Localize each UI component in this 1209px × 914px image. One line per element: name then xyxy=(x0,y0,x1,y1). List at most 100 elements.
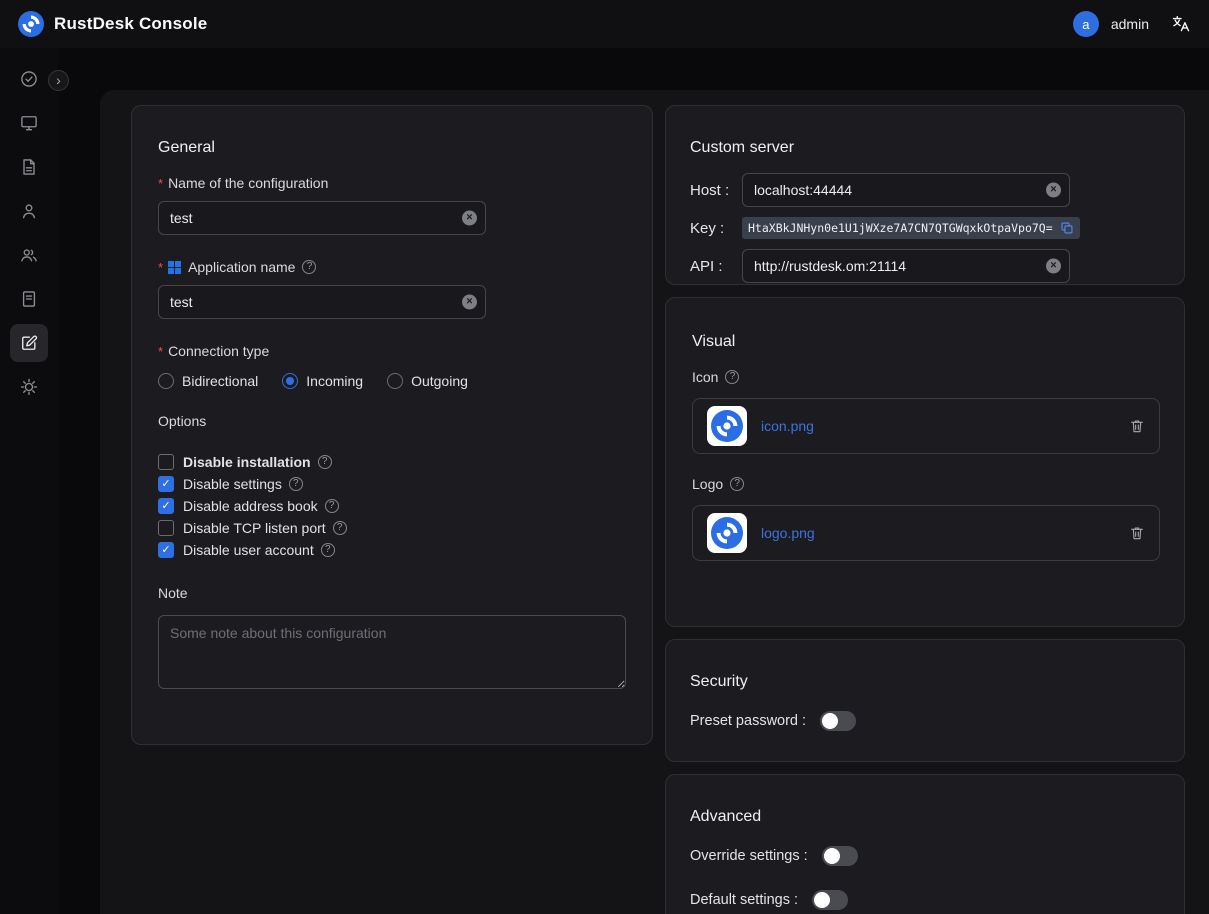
clear-icon[interactable]: × xyxy=(462,295,477,310)
api-row: API : × xyxy=(690,249,1160,283)
help-icon[interactable]: ? xyxy=(302,260,316,274)
help-icon[interactable]: ? xyxy=(318,455,332,469)
key-value-pill: HtaXBkJNHyn0e1U1jWXze7A7CN7QTGWqxkOtpaVp… xyxy=(742,217,1080,239)
radio-bidirectional[interactable]: Bidirectional xyxy=(158,373,258,389)
logo-label: Logo ? xyxy=(692,476,1158,492)
checkbox-label: Disable installation xyxy=(183,454,311,470)
checkbox-disable-user-account[interactable]: ✓ Disable user account ? xyxy=(158,539,626,561)
default-settings-toggle[interactable] xyxy=(812,890,848,910)
trash-icon[interactable] xyxy=(1129,525,1145,541)
host-label: Host : xyxy=(690,182,742,199)
sidebar-collapse-button[interactable]: › xyxy=(48,70,69,91)
default-settings-label: Default settings : xyxy=(690,892,798,908)
general-title: General xyxy=(158,139,626,157)
name-field-label: * Name of the configuration xyxy=(158,175,626,191)
general-card: General * Name of the configuration × * … xyxy=(131,105,653,745)
right-column: Custom server Host : × Key : HtaXBkJNHyn… xyxy=(665,105,1185,914)
trash-icon[interactable] xyxy=(1129,418,1145,434)
help-icon[interactable]: ? xyxy=(725,370,739,384)
help-icon[interactable]: ? xyxy=(289,477,303,491)
key-label: Key : xyxy=(690,220,742,237)
gear-icon xyxy=(19,377,39,397)
required-asterisk: * xyxy=(158,176,163,191)
radio-incoming[interactable]: Incoming xyxy=(282,373,363,389)
default-settings-row: Default settings : xyxy=(690,890,1160,910)
help-icon[interactable]: ? xyxy=(325,499,339,513)
sidebar xyxy=(0,48,58,914)
sidebar-item-devices[interactable] xyxy=(10,104,48,142)
logo-file-box: logo.png xyxy=(692,505,1160,561)
sidebar-item-audit[interactable] xyxy=(10,280,48,318)
visual-title: Visual xyxy=(692,333,1158,351)
checkbox-label: Disable user account xyxy=(183,542,314,558)
windows-logo-icon xyxy=(168,261,181,274)
clear-icon[interactable]: × xyxy=(1046,259,1061,274)
check-circle-icon xyxy=(19,69,39,89)
sidebar-item-groups[interactable] xyxy=(10,236,48,274)
document-icon xyxy=(19,157,39,177)
host-input[interactable] xyxy=(742,173,1070,207)
app-name-input[interactable] xyxy=(158,285,486,319)
clear-icon[interactable]: × xyxy=(1046,183,1061,198)
icon-thumbnail xyxy=(707,406,747,446)
radio-icon xyxy=(387,373,403,389)
checkbox-disable-tcp-listen-port[interactable]: ✓ Disable TCP listen port ? xyxy=(158,517,626,539)
sidebar-item-documents[interactable] xyxy=(10,148,48,186)
api-input[interactable] xyxy=(742,249,1070,283)
checkbox-disable-address-book[interactable]: ✓ Disable address book ? xyxy=(158,495,626,517)
help-icon[interactable]: ? xyxy=(730,477,744,491)
security-card: Security Preset password : xyxy=(665,639,1185,762)
visual-card: Visual Icon ? icon.png Logo ? xyxy=(665,297,1185,627)
help-icon[interactable]: ? xyxy=(333,521,347,535)
user-icon xyxy=(19,201,39,221)
logo-file-link[interactable]: logo.png xyxy=(761,525,1115,541)
username[interactable]: admin xyxy=(1111,16,1149,32)
main-panel: General * Name of the configuration × * … xyxy=(100,90,1209,914)
options-list: ✓ Disable installation ? ✓ Disable setti… xyxy=(158,451,626,561)
checkbox-disable-installation[interactable]: ✓ Disable installation ? xyxy=(158,451,626,473)
icon-file-link[interactable]: icon.png xyxy=(761,418,1115,434)
sidebar-item-settings[interactable] xyxy=(10,368,48,406)
logo-thumbnail xyxy=(707,513,747,553)
translate-icon[interactable] xyxy=(1171,14,1191,34)
app-title: RustDesk Console xyxy=(54,14,207,34)
radio-outgoing[interactable]: Outgoing xyxy=(387,373,468,389)
preset-password-toggle[interactable] xyxy=(820,711,856,731)
override-settings-label: Override settings : xyxy=(690,848,808,864)
sidebar-item-status[interactable] xyxy=(10,60,48,98)
copy-icon[interactable] xyxy=(1060,221,1074,235)
radio-label: Outgoing xyxy=(411,373,468,389)
clear-icon[interactable]: × xyxy=(462,211,477,226)
security-title: Security xyxy=(690,673,1160,691)
custom-server-title: Custom server xyxy=(690,139,1160,157)
users-icon xyxy=(19,245,39,265)
custom-server-card: Custom server Host : × Key : HtaXBkJNHyn… xyxy=(665,105,1185,285)
avatar[interactable]: a xyxy=(1073,11,1099,37)
key-value: HtaXBkJNHyn0e1U1jWXze7A7CN7QTGWqxkOtpaVp… xyxy=(748,221,1053,235)
checkbox-disable-settings[interactable]: ✓ Disable settings ? xyxy=(158,473,626,495)
checkbox-icon: ✓ xyxy=(158,498,174,514)
monitor-icon xyxy=(19,113,39,133)
sidebar-item-users[interactable] xyxy=(10,192,48,230)
radio-icon xyxy=(158,373,174,389)
name-input[interactable] xyxy=(158,201,486,235)
connection-type-radios: Bidirectional Incoming Outgoing xyxy=(158,373,626,389)
topbar-right: a admin xyxy=(1073,11,1191,37)
key-row: Key : HtaXBkJNHyn0e1U1jWXze7A7CN7QTGWqxk… xyxy=(690,217,1160,239)
sidebar-item-configurations[interactable] xyxy=(10,324,48,362)
help-icon[interactable]: ? xyxy=(321,543,335,557)
chevron-right-icon: › xyxy=(56,73,61,87)
app-name-input-wrap: × xyxy=(158,285,486,319)
radio-label: Bidirectional xyxy=(182,373,258,389)
note-textarea[interactable] xyxy=(158,615,626,689)
icon-label: Icon ? xyxy=(692,369,1158,385)
name-input-wrap: × xyxy=(158,201,486,235)
connection-type-label: * Connection type xyxy=(158,343,626,359)
override-settings-toggle[interactable] xyxy=(822,846,858,866)
options-label: Options xyxy=(158,413,626,429)
topbar: RustDesk Console a admin xyxy=(0,0,1209,48)
checkbox-icon: ✓ xyxy=(158,476,174,492)
note-label: Note xyxy=(158,585,626,601)
rustdesk-logo-icon xyxy=(18,11,44,37)
checkbox-icon: ✓ xyxy=(158,454,174,470)
